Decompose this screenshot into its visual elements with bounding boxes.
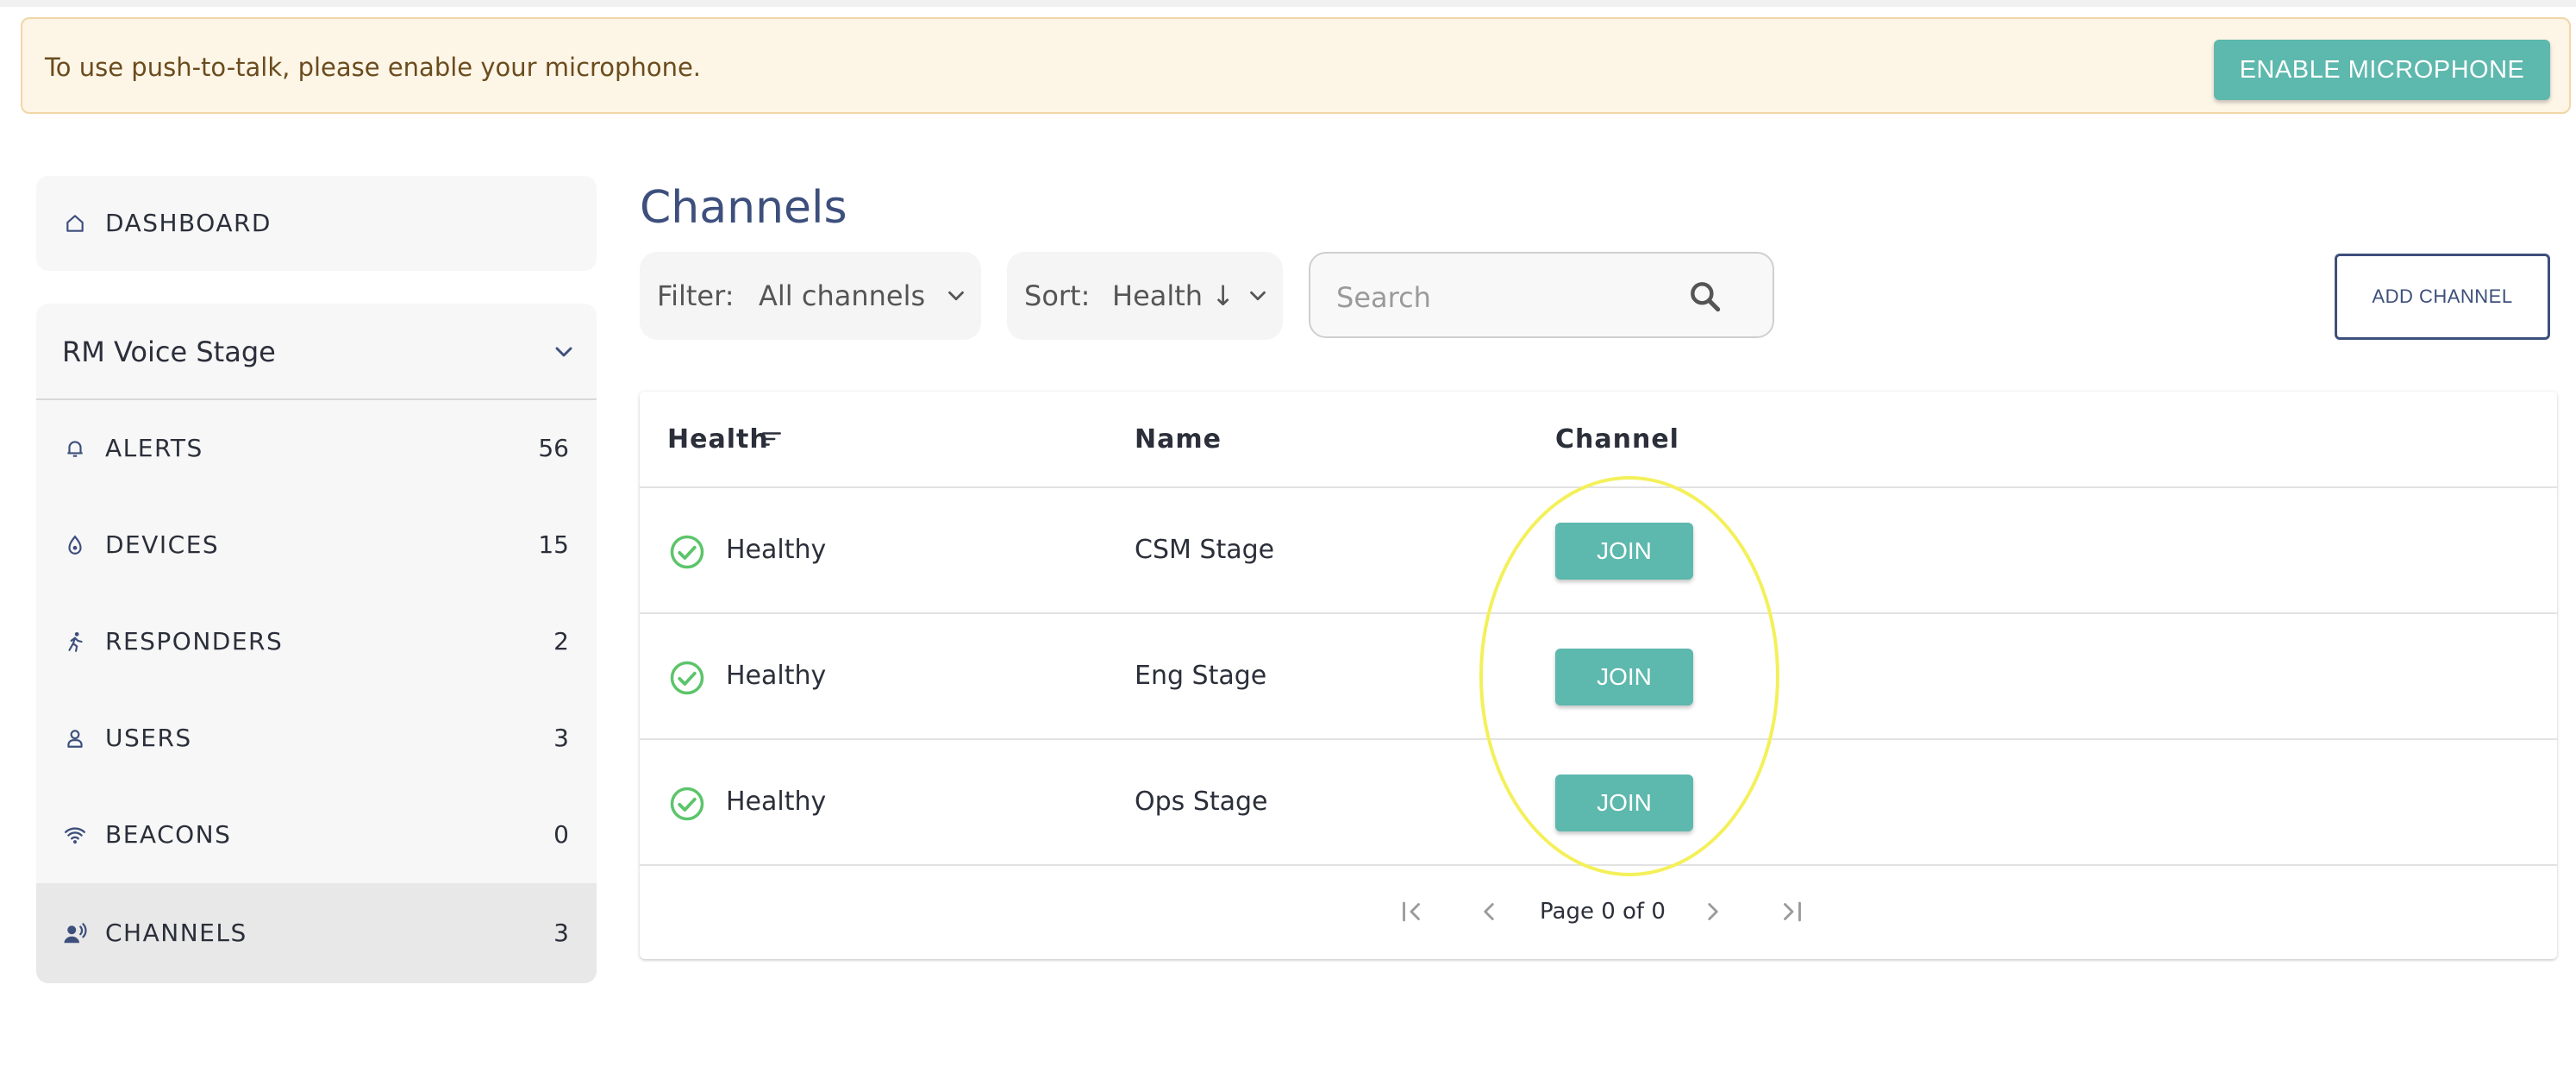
sidebar-item-users[interactable]: USERS 3	[36, 690, 597, 787]
org-selector[interactable]: RM Voice Stage	[36, 304, 597, 400]
health-status: Healthy	[726, 661, 827, 691]
sort-icon[interactable]	[760, 428, 783, 450]
search-input[interactable]	[1335, 271, 1683, 324]
speaker-icon	[62, 920, 88, 946]
previous-page-icon[interactable]	[1472, 895, 1505, 928]
org-name: RM Voice Stage	[62, 336, 276, 368]
sidebar-item-alerts[interactable]: ALERTS 56	[36, 400, 597, 497]
sidebar-item-label: CHANNELS	[105, 919, 247, 947]
device-icon	[62, 532, 88, 558]
chevron-down-icon	[1245, 283, 1271, 309]
last-page-icon[interactable]	[1776, 895, 1809, 928]
add-channel-button[interactable]: ADD CHANNEL	[2335, 254, 2550, 340]
chevron-down-icon	[943, 283, 969, 309]
sidebar-item-responders[interactable]: RESPONDERS 2	[36, 593, 597, 690]
runner-icon	[62, 629, 88, 655]
table-row: Healthy Eng Stage JOIN	[640, 614, 2557, 740]
channel-name: Eng Stage	[1135, 661, 1267, 691]
health-status: Healthy	[726, 787, 827, 817]
enable-microphone-button[interactable]: ENABLE MICROPHONE	[2214, 40, 2550, 100]
table-row: Healthy Ops Stage JOIN	[640, 740, 2557, 866]
sort-dropdown[interactable]: Sort: Health ↓	[1007, 252, 1283, 340]
sidebar-item-label: ALERTS	[105, 434, 203, 462]
sidebar-item-count: 3	[553, 919, 569, 947]
check-circle-icon	[669, 786, 705, 822]
sidebar-item-dashboard[interactable]: DASHBOARD	[36, 176, 597, 271]
search-box	[1309, 252, 1774, 338]
table-row: Healthy CSM Stage JOIN	[640, 488, 2557, 614]
microphone-banner: To use push-to-talk, please enable your …	[21, 17, 2571, 114]
sidebar-item-label: DASHBOARD	[105, 209, 272, 237]
column-header-health[interactable]: Health	[667, 392, 769, 488]
sidebar-item-count: 56	[538, 434, 569, 462]
sidebar-item-label: RESPONDERS	[105, 627, 284, 655]
sidebar-item-count: 2	[553, 627, 569, 655]
join-button[interactable]: JOIN	[1555, 649, 1693, 706]
sidebar-item-label: USERS	[105, 724, 192, 752]
sidebar-item-beacons[interactable]: BEACONS 0	[36, 787, 597, 883]
sidebar-item-count: 0	[553, 820, 569, 849]
channels-table: Health Name Channel Healthy CSM Stage JO…	[640, 392, 2557, 959]
sidebar-item-label: BEACONS	[105, 820, 232, 849]
sidebar-dashboard-card: DASHBOARD	[36, 176, 597, 271]
sidebar-item-count: 3	[553, 724, 569, 752]
sort-value: Health ↓	[1112, 279, 1235, 312]
channel-name: CSM Stage	[1135, 535, 1275, 565]
health-status: Healthy	[726, 535, 827, 565]
page-indicator: Page 0 of 0	[1540, 899, 1666, 925]
home-icon	[62, 210, 88, 236]
filter-value: All channels	[759, 279, 926, 312]
channel-name: Ops Stage	[1135, 787, 1268, 817]
filter-label: Filter:	[657, 279, 735, 312]
user-icon	[62, 725, 88, 751]
check-circle-icon	[669, 534, 705, 570]
bell-icon	[62, 436, 88, 461]
table-header: Health Name Channel	[640, 392, 2557, 488]
check-circle-icon	[669, 660, 705, 696]
join-button[interactable]: JOIN	[1555, 775, 1693, 831]
page-title: Channels	[640, 182, 847, 234]
sidebar-item-label: DEVICES	[105, 530, 220, 559]
sort-label: Sort:	[1024, 279, 1091, 312]
sidebar-item-devices[interactable]: DEVICES 15	[36, 497, 597, 593]
sidebar-item-count: 15	[538, 530, 569, 559]
chevron-down-icon	[550, 338, 578, 366]
pagination: Page 0 of 0	[640, 864, 2557, 959]
first-page-icon[interactable]	[1395, 895, 1428, 928]
column-header-name[interactable]: Name	[1135, 392, 1222, 488]
top-strip	[0, 0, 2576, 7]
wifi-icon	[62, 822, 88, 848]
filter-dropdown[interactable]: Filter: All channels	[640, 252, 981, 340]
next-page-icon[interactable]	[1697, 895, 1729, 928]
search-icon[interactable]	[1686, 278, 1724, 316]
sidebar-item-channels[interactable]: CHANNELS 3	[36, 883, 597, 983]
banner-message: To use push-to-talk, please enable your …	[45, 53, 702, 82]
join-button[interactable]: JOIN	[1555, 523, 1693, 580]
column-header-channel: Channel	[1555, 424, 1679, 455]
sidebar-nav: RM Voice Stage ALERTS 56 DEVICES 15 RESP…	[36, 304, 597, 983]
